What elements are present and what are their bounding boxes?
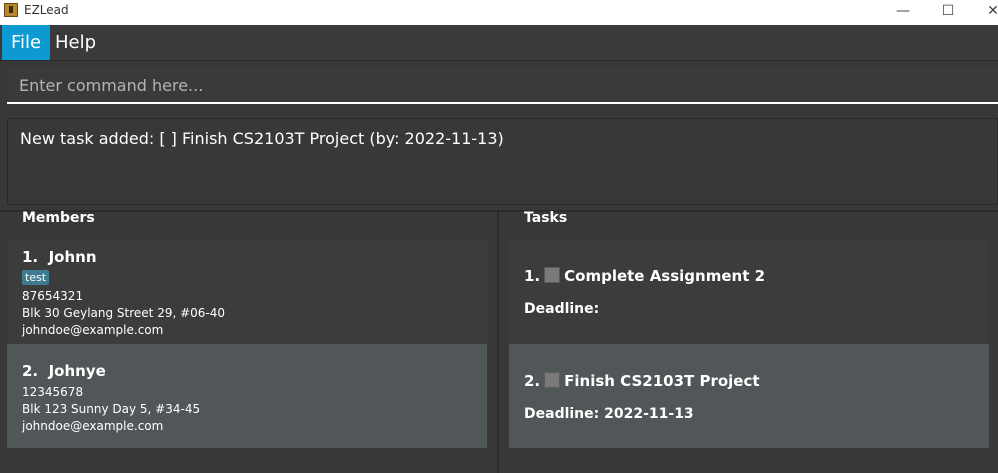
members-panel-title: Members <box>22 210 95 226</box>
menu-bar: File Help <box>0 25 998 61</box>
task-checkbox[interactable] <box>544 267 561 283</box>
task-deadline: Deadline: 2022-11-13 <box>524 406 694 422</box>
minimize-button[interactable]: — <box>880 0 926 25</box>
menu-help[interactable]: Help <box>46 25 105 60</box>
task-card[interactable]: 2. Finish CS2103T Project Deadline: 2022-… <box>509 344 989 448</box>
app-icon <box>4 3 18 17</box>
tasks-panel-title: Tasks <box>524 210 568 226</box>
horizontal-divider <box>0 210 998 212</box>
member-email: johndoe@example.com <box>22 323 164 337</box>
member-phone: 12345678 <box>22 385 84 399</box>
member-card[interactable]: 2. Johnye 12345678 Blk 123 Sunny Day 5, … <box>7 344 487 448</box>
menu-file[interactable]: File <box>2 25 51 60</box>
result-text: New task added: [ ] Finish CS2103T Proje… <box>20 129 504 148</box>
close-button[interactable]: ✕ <box>970 0 998 25</box>
command-input[interactable] <box>7 68 998 102</box>
member-name: 2. Johnye <box>22 362 106 380</box>
command-box <box>7 68 998 104</box>
member-tag: test <box>22 270 50 285</box>
result-display: New task added: [ ] Finish CS2103T Proje… <box>7 118 998 205</box>
panel-divider[interactable] <box>497 212 499 473</box>
title-bar: EZLead — ☐ ✕ <box>0 0 998 25</box>
maximize-button[interactable]: ☐ <box>925 0 971 25</box>
task-name: 1. Complete Assignment 2 <box>524 267 766 285</box>
window-title: EZLead <box>24 3 69 17</box>
member-name: 1. Johnn <box>22 248 97 266</box>
member-email: johndoe@example.com <box>22 419 164 433</box>
task-card[interactable]: 1. Complete Assignment 2 Deadline: <box>509 240 989 344</box>
member-address: Blk 30 Geylang Street 29, #06-40 <box>22 306 226 320</box>
member-card[interactable]: 1. Johnn test 87654321 Blk 30 Geylang St… <box>7 240 487 344</box>
task-name: 2. Finish CS2103T Project <box>524 372 760 390</box>
task-deadline: Deadline: <box>524 301 600 317</box>
task-checkbox[interactable] <box>544 372 561 388</box>
member-phone: 87654321 <box>22 289 84 303</box>
member-address: Blk 123 Sunny Day 5, #34-45 <box>22 402 201 416</box>
